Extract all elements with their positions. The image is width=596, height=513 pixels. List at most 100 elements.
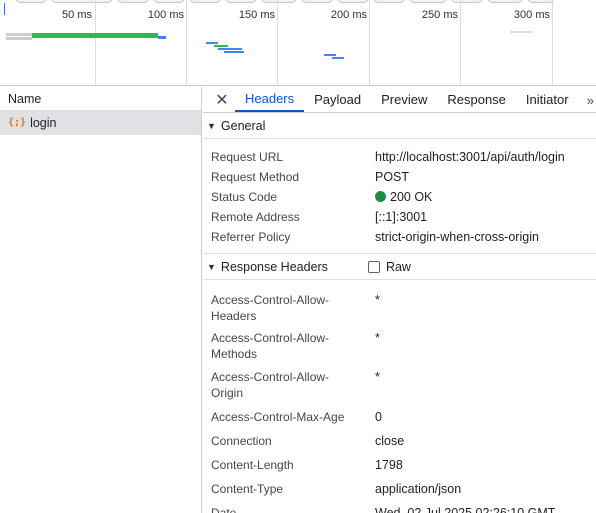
general-title: General xyxy=(220,118,266,133)
toolbar-chip xyxy=(52,0,112,3)
timeline-bar-download xyxy=(158,36,166,39)
timeline-bar-download xyxy=(324,54,336,56)
header-value[interactable]: * xyxy=(375,369,596,401)
toolbar-chip xyxy=(488,0,522,3)
header-key: Status Code xyxy=(211,190,278,204)
header-key: Content-Length xyxy=(211,458,294,472)
header-value[interactable]: strict-origin-when-cross-origin xyxy=(375,230,596,244)
toolbar-chip xyxy=(118,0,148,3)
header-key: Date xyxy=(211,506,237,513)
timeline-bar-waiting xyxy=(214,45,228,47)
raw-toggle[interactable]: Raw xyxy=(367,259,411,274)
response-headers-section: Access-Control-Allow-Headers * Access-Co… xyxy=(203,280,596,513)
timeline-start-marker xyxy=(4,3,5,15)
general-section-header[interactable]: ▼ General xyxy=(203,113,596,139)
tab-response[interactable]: Response xyxy=(437,87,516,112)
toolbar-chip xyxy=(374,0,404,3)
general-row-referrer-policy: Referrer Policy strict-origin-when-cross… xyxy=(203,227,596,247)
header-value[interactable]: 1798 xyxy=(375,457,596,473)
raw-checkbox[interactable] xyxy=(367,260,380,273)
toolbar-chip xyxy=(262,0,296,3)
general-row-request-url: Request URL http://localhost:3001/api/au… xyxy=(203,147,596,167)
network-overview-timeline[interactable]: 50 ms 100 ms 150 ms 200 ms 250 ms 300 ms xyxy=(0,0,596,86)
header-key: Request Method xyxy=(211,170,300,184)
header-key: Access-Control-Allow-Headers xyxy=(211,293,330,323)
tick-label: 250 ms xyxy=(421,9,458,21)
toolbar-chip xyxy=(16,0,46,3)
response-header-row: Date Wed, 02 Jul 2025 02:26:10 GMT xyxy=(203,501,596,513)
filter-toolbar-remnant xyxy=(0,0,596,4)
tick-label: 50 ms xyxy=(62,9,92,21)
tab-preview[interactable]: Preview xyxy=(371,87,437,112)
timeline-bar-download xyxy=(332,57,344,59)
tick-gridline xyxy=(186,0,187,85)
name-column-header[interactable]: Name xyxy=(0,87,201,111)
header-value[interactable]: close xyxy=(375,433,596,449)
collapse-triangle-icon: ▼ xyxy=(207,120,216,131)
toolbar-chip xyxy=(410,0,446,3)
header-key: Remote Address xyxy=(211,210,300,224)
timeline-bar-waiting xyxy=(32,33,158,38)
request-row-login[interactable]: {;} login xyxy=(0,111,201,135)
toolbar-chip xyxy=(154,0,184,3)
tab-payload[interactable]: Payload xyxy=(304,87,371,112)
header-value[interactable]: application/json xyxy=(375,481,596,497)
toolbar-chip xyxy=(226,0,256,3)
fetch-icon: {;} xyxy=(8,117,27,128)
tick-gridline xyxy=(552,0,553,85)
response-header-row: Content-Type application/json xyxy=(203,477,596,501)
close-icon[interactable]: ✕ xyxy=(209,87,235,112)
tick-label: 150 ms xyxy=(238,9,275,21)
general-row-request-method: Request Method POST xyxy=(203,167,596,187)
toolbar-chip xyxy=(338,0,368,3)
tab-headers[interactable]: Headers xyxy=(235,87,305,112)
header-value[interactable]: http://localhost:3001/api/auth/login xyxy=(375,150,596,164)
collapse-triangle-icon: ▼ xyxy=(207,261,216,272)
header-key: Access-Control-Max-Age xyxy=(211,410,345,424)
timeline-bar-download xyxy=(218,48,242,50)
header-value[interactable]: * xyxy=(375,292,596,324)
header-key: Access-Control-Allow-Origin xyxy=(211,370,330,400)
response-header-row: Connection close xyxy=(203,429,596,453)
response-headers-title: Response Headers xyxy=(220,259,328,274)
tick-gridline xyxy=(277,0,278,85)
header-key: Access-Control-Allow-Methods xyxy=(211,331,330,361)
tick-label: 200 ms xyxy=(330,9,367,21)
request-list: Name {;} login xyxy=(0,87,202,513)
request-name: login xyxy=(30,116,57,130)
toolbar-chip xyxy=(302,0,332,3)
header-key: Referrer Policy xyxy=(211,230,291,244)
response-headers-section-header[interactable]: ▼ Response Headers Raw xyxy=(203,254,596,280)
tick-label: 100 ms xyxy=(147,9,184,21)
general-row-remote-address: Remote Address [::1]:3001 xyxy=(203,207,596,227)
header-key: Content-Type xyxy=(211,482,284,496)
response-header-row: Access-Control-Max-Age 0 xyxy=(203,405,596,429)
timeline-bar-queue xyxy=(6,37,32,40)
tick-gridline xyxy=(460,0,461,85)
more-tabs-icon[interactable]: » xyxy=(587,87,594,113)
response-header-row: Access-Control-Allow-Origin * xyxy=(203,365,596,405)
general-section: Request URL http://localhost:3001/api/au… xyxy=(203,139,596,253)
general-row-status-code: Status Code 200 OK xyxy=(203,187,596,207)
raw-label: Raw xyxy=(385,259,411,274)
header-value[interactable]: [::1]:3001 xyxy=(375,210,596,224)
status-success-icon xyxy=(375,191,386,202)
timeline-bar-download xyxy=(224,51,244,53)
header-key: Request URL xyxy=(211,150,284,164)
header-value[interactable]: Wed, 02 Jul 2025 02:26:10 GMT xyxy=(375,505,596,513)
header-value[interactable]: * xyxy=(375,330,596,362)
header-value[interactable]: POST xyxy=(375,170,596,184)
tick-gridline xyxy=(369,0,370,85)
timeline-bar-queue xyxy=(6,33,34,36)
header-key: Connection xyxy=(211,434,272,448)
tab-initiator[interactable]: Initiator xyxy=(516,87,579,112)
toolbar-chip xyxy=(452,0,482,3)
status-text[interactable]: 200 OK xyxy=(390,190,432,204)
header-value[interactable]: 0 xyxy=(375,409,596,425)
response-header-row: Content-Length 1798 xyxy=(203,453,596,477)
detail-tabbar: ✕ Headers Payload Preview Response Initi… xyxy=(203,87,596,113)
toolbar-chip xyxy=(528,0,554,3)
status-value: 200 OK xyxy=(375,190,596,204)
response-header-row: Access-Control-Allow-Headers * xyxy=(203,289,596,327)
tick-gridline xyxy=(95,0,96,85)
